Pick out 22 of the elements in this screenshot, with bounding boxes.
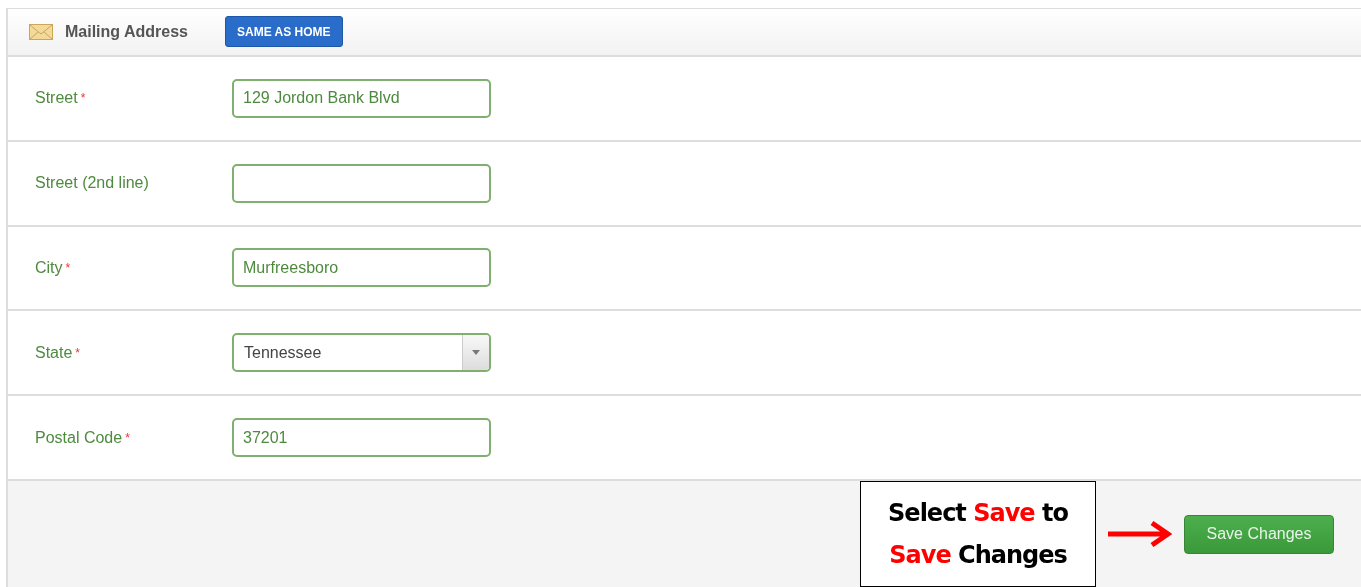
input-field[interactable]: 129 Jordon Bank Blvd	[232, 78, 491, 118]
save-button[interactable]: Save Changes	[1184, 514, 1334, 554]
envelope-icon	[29, 23, 53, 40]
input-field[interactable]: Murfreesboro	[232, 248, 491, 288]
arrow-icon	[1108, 521, 1172, 548]
input-field[interactable]: 37201	[232, 418, 491, 458]
same-as-home-button[interactable]: SAME AS HOME	[225, 16, 343, 48]
required-mark: *	[75, 344, 81, 362]
state-select[interactable]: Tennessee	[232, 333, 491, 373]
input-field[interactable]	[232, 163, 491, 203]
callout-text: Save Changes	[889, 540, 1067, 572]
field-label: Street (2nd line)	[35, 173, 149, 194]
caret-icon	[472, 350, 480, 356]
required-mark: *	[80, 90, 86, 108]
callout-text: Select Save to	[888, 498, 1068, 530]
field-label: State	[35, 342, 73, 363]
field-label: Postal Code	[35, 427, 123, 448]
required-mark: *	[125, 429, 130, 447]
field-label: City	[35, 257, 63, 278]
required-mark: *	[65, 259, 71, 277]
field-label: Street	[35, 88, 78, 109]
section-title: Mailing Address	[65, 21, 189, 42]
